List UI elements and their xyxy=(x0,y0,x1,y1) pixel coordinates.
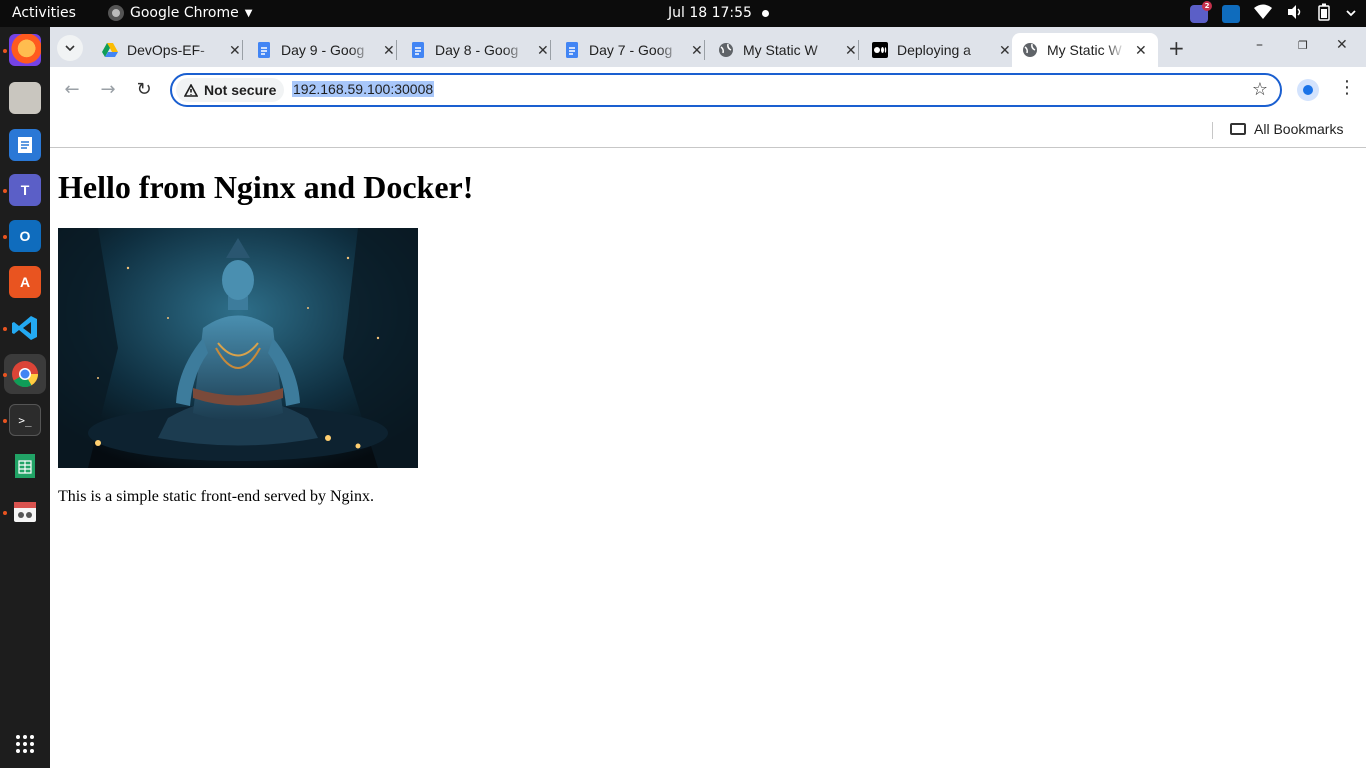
close-window-button[interactable]: ✕ xyxy=(1336,37,1348,53)
not-secure-label: Not secure xyxy=(204,82,277,98)
tab-title: Day 8 - Goog xyxy=(435,42,519,58)
tab-deploying[interactable]: Deploying a ✕ xyxy=(862,33,1021,67)
system-tray[interactable]: 2 xyxy=(1190,1,1358,25)
tab-strip: DevOps-EF- ✕ Day 9 - Goog ✕ Day 8 - Goog… xyxy=(50,27,1366,67)
show-apps-icon[interactable] xyxy=(9,728,41,760)
page-paragraph: This is a simple static front-end served… xyxy=(58,488,374,505)
running-indicator xyxy=(3,235,7,239)
bookmarks-bar: All Bookmarks xyxy=(50,113,1366,148)
close-tab-icon[interactable]: ✕ xyxy=(537,42,549,59)
caret-down-icon: ▼ xyxy=(244,7,253,19)
chrome-window: DevOps-EF- ✕ Day 9 - Goog ✕ Day 8 - Goog… xyxy=(50,27,1366,768)
teams-badge: 2 xyxy=(1202,1,1212,11)
bookmark-star-icon[interactable]: ☆ xyxy=(1252,79,1268,100)
close-tab-icon[interactable]: ✕ xyxy=(383,42,395,59)
notification-dot xyxy=(762,10,769,17)
person-icon xyxy=(1303,85,1313,95)
new-tab-button[interactable]: + xyxy=(1168,36,1185,60)
minimize-button[interactable]: – xyxy=(1256,37,1263,53)
tab-separator xyxy=(858,40,859,60)
spreadsheet-icon[interactable] xyxy=(9,450,41,482)
tab-separator xyxy=(704,40,705,60)
chrome-icon[interactable] xyxy=(9,358,41,390)
running-indicator xyxy=(3,189,7,193)
tab-my-static-active[interactable]: My Static W ✕ xyxy=(1012,33,1158,67)
chrome-icon xyxy=(108,5,124,21)
tab-search-button[interactable] xyxy=(57,35,83,61)
close-tab-icon[interactable]: ✕ xyxy=(691,42,703,59)
files-icon[interactable] xyxy=(9,82,41,114)
tab-title: My Static W xyxy=(1047,42,1122,58)
tab-my-static-1[interactable]: My Static W ✕ xyxy=(708,33,867,67)
system-top-bar: Activities Google Chrome ▼ Jul 18 17:55 … xyxy=(0,0,1366,27)
firefox-icon[interactable] xyxy=(9,34,41,66)
activities-button[interactable]: Activities xyxy=(12,5,76,21)
tab-devops[interactable]: DevOps-EF- ✕ xyxy=(92,33,251,67)
medium-icon xyxy=(872,42,888,58)
screenshot-tool-icon[interactable] xyxy=(9,496,41,528)
close-tab-icon[interactable]: ✕ xyxy=(999,42,1011,59)
browser-toolbar: ← → ↻ Not secure 192.168.59.100:30008 ☆ … xyxy=(50,67,1366,113)
back-button[interactable]: ← xyxy=(61,79,83,100)
close-tab-icon[interactable]: ✕ xyxy=(1135,42,1147,59)
app-menu[interactable]: Google Chrome ▼ xyxy=(108,5,252,21)
running-indicator xyxy=(3,373,7,377)
all-bookmarks-label: All Bookmarks xyxy=(1254,121,1344,137)
reload-button[interactable]: ↻ xyxy=(133,79,155,100)
tab-title: Deploying a xyxy=(897,42,971,58)
power-menu-icon[interactable] xyxy=(1344,5,1358,23)
tab-separator xyxy=(396,40,397,60)
hero-image xyxy=(58,228,418,468)
text-editor-icon[interactable] xyxy=(9,129,41,161)
app-menu-label: Google Chrome xyxy=(130,5,239,21)
outlook-icon[interactable]: O xyxy=(9,220,41,252)
tab-day7[interactable]: Day 7 - Goog ✕ xyxy=(554,33,713,67)
google-docs-icon xyxy=(258,42,270,58)
software-store-icon[interactable]: A xyxy=(9,266,41,298)
profile-avatar[interactable] xyxy=(1297,79,1319,101)
outlook-tray-icon[interactable] xyxy=(1222,5,1240,23)
maximize-button[interactable]: ❐ xyxy=(1298,39,1308,52)
all-bookmarks-button[interactable]: All Bookmarks xyxy=(1230,121,1343,137)
kebab-menu-icon[interactable]: ⋮ xyxy=(1338,77,1356,98)
page-heading: Hello from Nginx and Docker! xyxy=(58,169,474,205)
web-page: Hello from Nginx and Docker! This is a s… xyxy=(50,148,1366,768)
tab-day9[interactable]: Day 9 - Goog ✕ xyxy=(246,33,405,67)
tab-separator xyxy=(242,40,243,60)
tab-separator xyxy=(550,40,551,60)
site-info-chip[interactable]: Not secure xyxy=(176,78,285,102)
google-docs-icon xyxy=(566,42,578,58)
folder-icon xyxy=(1230,123,1246,135)
clock[interactable]: Jul 18 17:55 xyxy=(668,5,752,21)
teams-tray-icon[interactable]: 2 xyxy=(1190,1,1212,23)
google-drive-icon xyxy=(102,43,118,57)
running-indicator xyxy=(3,49,7,53)
wifi-icon xyxy=(1254,4,1272,24)
google-docs-icon xyxy=(412,42,424,58)
close-tab-icon[interactable]: ✕ xyxy=(845,42,857,59)
dock: T O A >_ xyxy=(0,27,50,768)
globe-icon xyxy=(719,43,733,57)
warning-icon xyxy=(184,83,198,97)
bookmarks-separator xyxy=(1212,122,1213,139)
vscode-icon[interactable] xyxy=(9,312,41,344)
volume-icon xyxy=(1286,4,1304,24)
forward-button[interactable]: → xyxy=(97,79,119,100)
tab-title: My Static W xyxy=(743,42,818,58)
close-tab-icon[interactable]: ✕ xyxy=(229,42,241,59)
running-indicator xyxy=(3,419,7,423)
terminal-icon[interactable]: >_ xyxy=(9,404,41,436)
tab-title: DevOps-EF- xyxy=(127,42,205,58)
address-bar[interactable]: Not secure 192.168.59.100:30008 ☆ xyxy=(170,73,1282,107)
tab-title: Day 9 - Goog xyxy=(281,42,365,58)
url-text[interactable]: 192.168.59.100:30008 xyxy=(292,81,435,97)
tab-title: Day 7 - Goog xyxy=(589,42,673,58)
tab-day8[interactable]: Day 8 - Goog ✕ xyxy=(400,33,559,67)
teams-icon[interactable]: T xyxy=(9,174,41,206)
running-indicator xyxy=(3,511,7,515)
running-indicator xyxy=(3,327,7,331)
battery-icon xyxy=(1318,3,1330,25)
globe-icon xyxy=(1023,43,1037,57)
